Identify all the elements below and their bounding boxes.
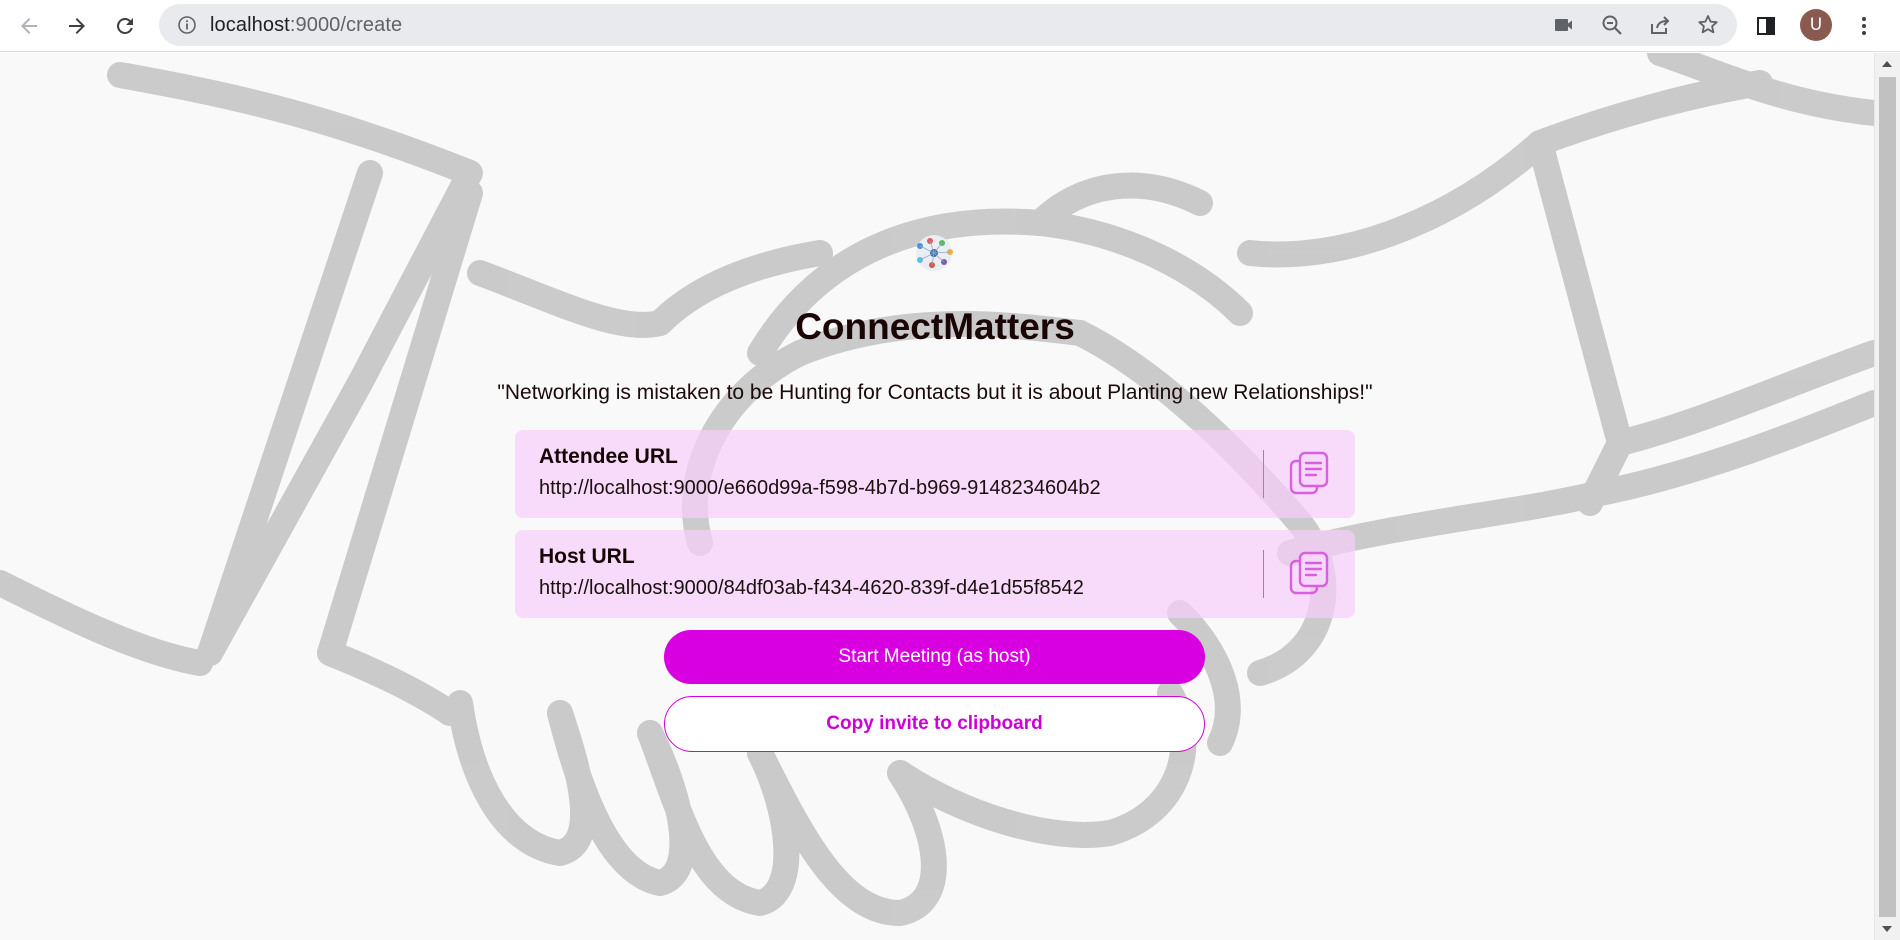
copy-invite-button[interactable]: Copy invite to clipboard [664, 696, 1205, 752]
camera-icon[interactable] [1552, 13, 1576, 37]
start-meeting-button[interactable]: Start Meeting (as host) [664, 630, 1205, 684]
browser-toolbar: localhost:9000/create U [0, 0, 1900, 52]
profile-avatar[interactable]: U [1800, 9, 1832, 41]
app-logo [916, 235, 953, 271]
copy-icon[interactable] [1283, 448, 1335, 500]
attendee-url-label: Attendee URL [539, 445, 678, 468]
scroll-up-arrow-icon[interactable] [1882, 61, 1892, 67]
attendee-url-card: Attendee URL http://localhost:9000/e660d… [515, 430, 1355, 518]
vertical-scrollbar[interactable] [1874, 53, 1900, 940]
address-url[interactable]: localhost:9000/create [210, 14, 402, 37]
scrollbar-thumb[interactable] [1879, 77, 1896, 917]
host-url-card: Host URL http://localhost:9000/84df03ab-… [515, 530, 1355, 618]
card-divider [1263, 550, 1264, 598]
side-panel-icon[interactable] [1748, 8, 1784, 44]
host-url-value: http://localhost:9000/84df03ab-f434-4620… [539, 577, 1084, 599]
copy-icon[interactable] [1283, 548, 1335, 600]
reload-icon[interactable] [107, 8, 143, 44]
bookmark-star-icon[interactable] [1696, 13, 1720, 37]
zoom-out-icon[interactable] [1600, 13, 1624, 37]
forward-icon[interactable] [59, 8, 95, 44]
attendee-url-value: http://localhost:9000/e660d99a-f598-4b7d… [539, 477, 1101, 499]
menu-kebab-icon[interactable] [1846, 8, 1882, 44]
scroll-down-arrow-icon[interactable] [1882, 926, 1892, 932]
address-bar[interactable]: localhost:9000/create [159, 4, 1737, 46]
share-icon[interactable] [1648, 13, 1672, 37]
card-divider [1263, 450, 1264, 498]
host-url-label: Host URL [539, 545, 635, 568]
site-info-icon[interactable] [177, 15, 197, 35]
app-title: ConnectMatters [795, 306, 1075, 347]
tagline-quote: "Networking is mistaken to be Hunting fo… [497, 381, 1373, 404]
back-icon[interactable] [11, 8, 47, 44]
